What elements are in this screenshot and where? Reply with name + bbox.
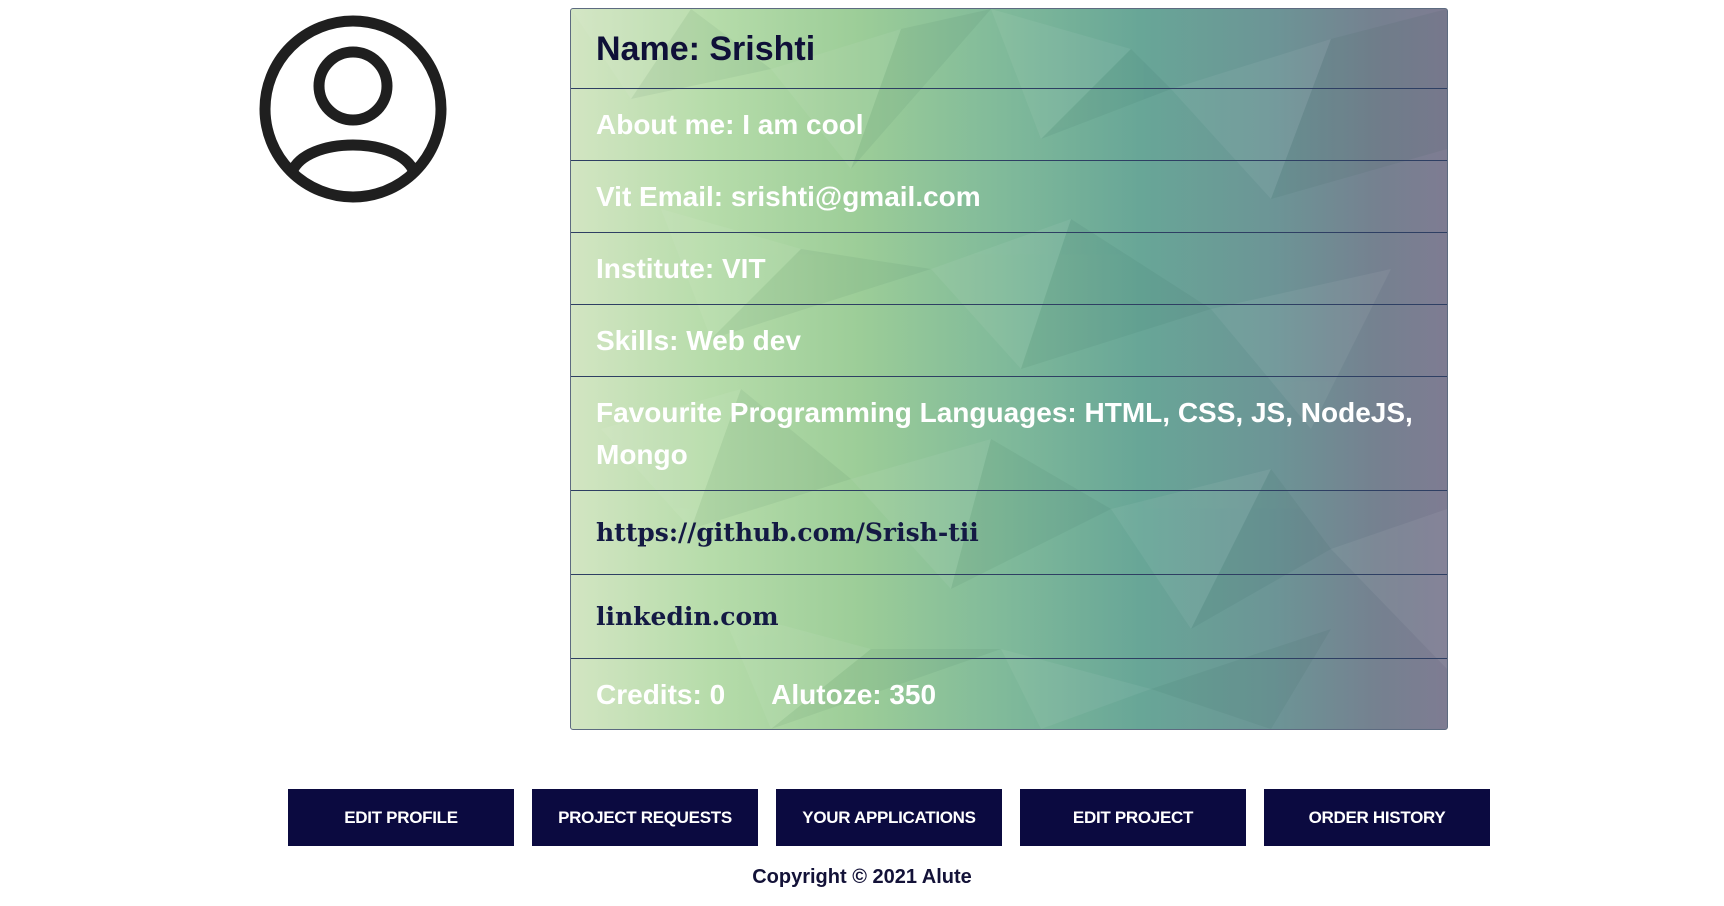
project-requests-button[interactable]: PROJECT REQUESTS [532, 789, 758, 846]
profile-languages: Favourite Programming Languages: HTML, C… [571, 377, 1447, 491]
profile-credits: Credits: 0 Alutoze: 350 [571, 659, 1447, 729]
profile-institute: Institute: VIT [571, 233, 1447, 305]
profile-linkedin: linkedin.com [571, 575, 1447, 659]
profile-institute-text: Institute: VIT [596, 252, 766, 284]
profile-page: Name: Srishti About me: I am cool Vit Em… [0, 0, 1724, 906]
footer: Copyright © 2021 Alute [0, 866, 1724, 889]
linkedin-link[interactable]: linkedin.com [596, 596, 779, 638]
profile-email: Vit Email: srishti@gmail.com [571, 161, 1447, 233]
alutoze-value: Alutoze: 350 [771, 678, 937, 710]
profile-name-text: Name: Srishti [596, 29, 816, 68]
edit-profile-button[interactable]: EDIT PROFILE [288, 789, 514, 846]
profile-languages-text: Favourite Programming Languages: HTML, C… [596, 396, 1413, 470]
edit-project-button[interactable]: EDIT PROJECT [1020, 789, 1246, 846]
profile-email-text: Vit Email: srishti@gmail.com [596, 180, 981, 212]
github-link[interactable]: https://github.com/Srish-tii [596, 512, 979, 554]
profile-skills: Skills: Web dev [571, 305, 1447, 377]
user-circle-icon [258, 14, 448, 204]
profile-github: https://github.com/Srish-tii [571, 491, 1447, 575]
profile-card: Name: Srishti About me: I am cool Vit Em… [570, 8, 1448, 730]
action-buttons: EDIT PROFILE PROJECT REQUESTS YOUR APPLI… [288, 789, 1490, 846]
profile-about: About me: I am cool [571, 89, 1447, 161]
profile-skills-text: Skills: Web dev [596, 324, 801, 356]
order-history-button[interactable]: ORDER HISTORY [1264, 789, 1490, 846]
credits-value: Credits: 0 [596, 678, 726, 710]
profile-about-text: About me: I am cool [596, 108, 864, 140]
your-applications-button[interactable]: YOUR APPLICATIONS [776, 789, 1002, 846]
profile-name: Name: Srishti [571, 9, 1447, 89]
copyright-text: Copyright © 2021 Alute [752, 866, 972, 888]
